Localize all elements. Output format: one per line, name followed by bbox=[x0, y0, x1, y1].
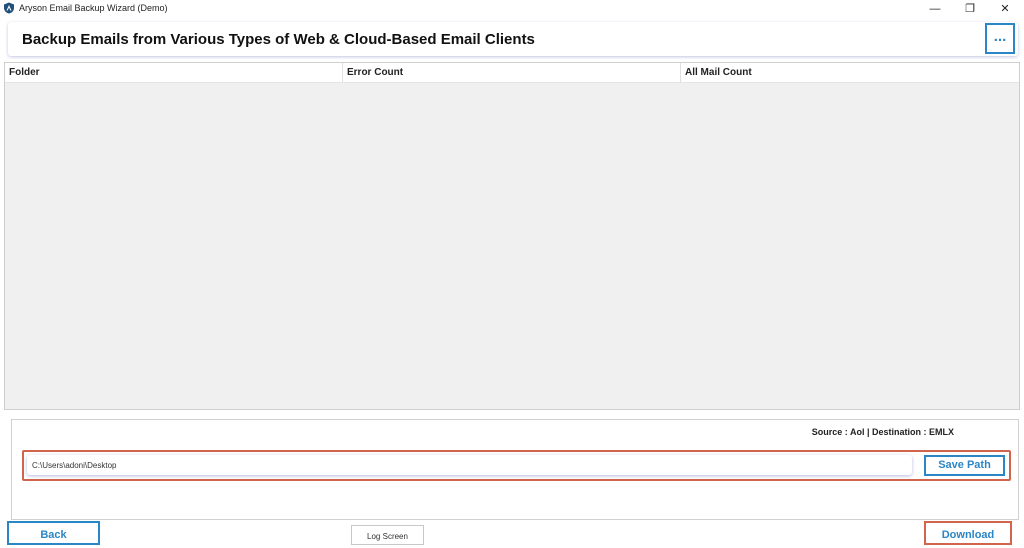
close-button[interactable]: ✕ bbox=[988, 0, 1022, 17]
source-destination-label: Source : Aol | Destination : EMLX bbox=[811, 427, 954, 437]
destination-path-input[interactable] bbox=[27, 455, 912, 475]
title-bar: Aryson Email Backup Wizard (Demo) — ❐ ✕ bbox=[0, 0, 1024, 17]
app-logo-icon bbox=[4, 2, 14, 14]
save-path-button[interactable]: Save Path bbox=[924, 455, 1005, 476]
restore-button[interactable]: ❐ bbox=[953, 0, 987, 17]
path-box: Save Path bbox=[22, 450, 1011, 481]
log-screen-button[interactable]: Log Screen bbox=[351, 525, 424, 545]
destination-panel: Source : Aol | Destination : EMLX Save P… bbox=[11, 419, 1019, 520]
more-options-button[interactable]: ... bbox=[985, 23, 1015, 54]
column-header-error-count[interactable]: Error Count bbox=[343, 63, 681, 83]
page-title: Backup Emails from Various Types of Web … bbox=[22, 31, 535, 48]
folder-grid[interactable]: Folder Error Count All Mail Count bbox=[4, 62, 1020, 410]
grid-header: Folder Error Count All Mail Count bbox=[5, 63, 1019, 83]
column-header-all-mail-count[interactable]: All Mail Count bbox=[681, 63, 1019, 83]
minimize-button[interactable]: — bbox=[918, 0, 952, 17]
download-button[interactable]: Download bbox=[924, 521, 1012, 545]
column-header-folder[interactable]: Folder bbox=[5, 63, 343, 83]
page-header: Backup Emails from Various Types of Web … bbox=[8, 22, 1018, 56]
back-button[interactable]: Back bbox=[7, 521, 100, 545]
window-title: Aryson Email Backup Wizard (Demo) bbox=[19, 3, 168, 13]
